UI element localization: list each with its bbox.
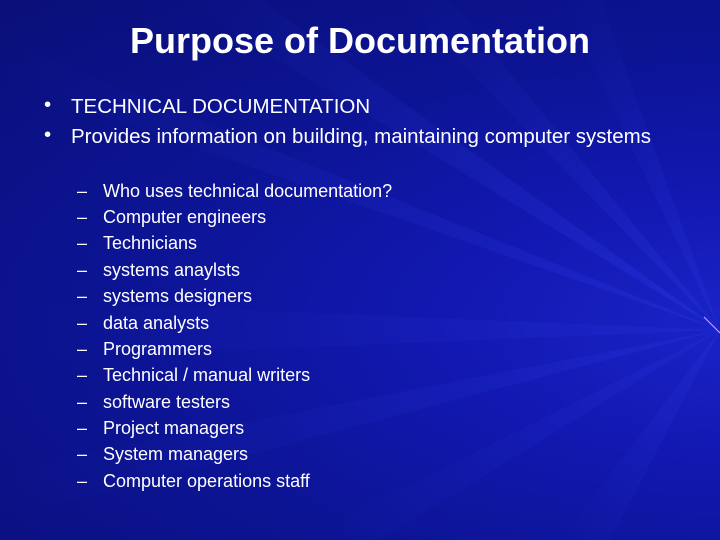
sub-bullet-text: data analysts bbox=[103, 313, 210, 333]
dash-marker: – bbox=[77, 207, 88, 227]
slide-title: Purpose of Documentation bbox=[129, 20, 591, 61]
sub-bullet-text: systems anaylsts bbox=[103, 260, 241, 280]
sub-bullet-text: software testers bbox=[103, 392, 231, 412]
dash-marker: – bbox=[77, 444, 88, 464]
bullet-text: TECHNICAL DOCUMENTATION bbox=[71, 95, 371, 118]
bullet-marker: • bbox=[44, 93, 52, 116]
sub-bullet-text: Who uses technical documentation? bbox=[103, 181, 393, 201]
sub-bullet-text: Technical / manual writers bbox=[103, 365, 311, 385]
dash-marker: – bbox=[77, 365, 88, 385]
sub-bullet-text: Programmers bbox=[103, 339, 213, 359]
bullet-marker: • bbox=[44, 123, 52, 146]
dash-marker: – bbox=[77, 181, 88, 201]
slide: Purpose of Documentation • TECHNICAL DOC… bbox=[0, 0, 720, 540]
sub-bullet-text: Technicians bbox=[103, 233, 198, 253]
accent-line bbox=[703, 316, 720, 334]
dash-marker: – bbox=[77, 233, 88, 253]
sub-bullet-text: System managers bbox=[103, 444, 249, 464]
sub-bullet-text: Computer operations staff bbox=[103, 471, 310, 491]
sub-bullet-text: Project managers bbox=[103, 418, 245, 438]
dash-marker: – bbox=[77, 392, 88, 412]
dash-marker: – bbox=[77, 471, 88, 491]
sub-bullet-text: Computer engineers bbox=[103, 207, 267, 227]
dash-marker: – bbox=[77, 339, 88, 359]
bullet-text: Provides information on building, mainta… bbox=[71, 125, 651, 148]
dash-marker: – bbox=[77, 260, 88, 280]
dash-marker: – bbox=[77, 418, 88, 438]
dash-marker: – bbox=[77, 313, 88, 333]
sub-bullet-text: systems designers bbox=[103, 286, 253, 306]
dash-marker: – bbox=[77, 286, 88, 306]
